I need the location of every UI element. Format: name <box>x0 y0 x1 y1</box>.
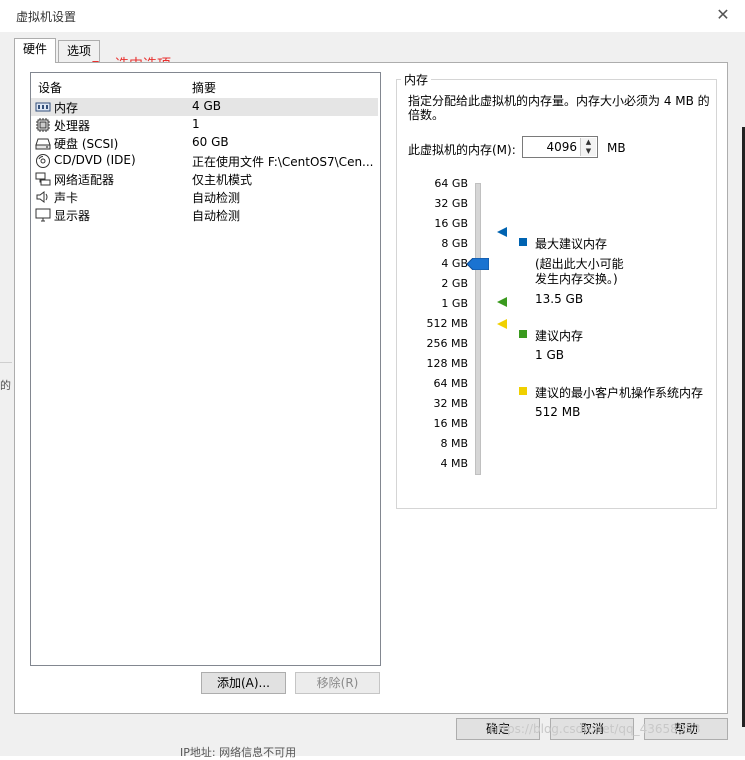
memory-spinbox[interactable]: 4096 ▲ ▼ <box>522 136 598 158</box>
column-summary[interactable]: 摘要 <box>192 79 216 96</box>
scale-tick-label: 64 GB <box>434 177 468 190</box>
scale-tick-label: 16 GB <box>434 217 468 230</box>
recommended-value: 1 GB <box>535 348 564 362</box>
dialog-body: 的 硬件 选项 选中选项 设备 摘要 内存 4 GB 处理器 1 <box>0 32 745 759</box>
device-row-network-adapter[interactable]: 网络适配器 仅主机模式 <box>31 170 378 188</box>
device-summary: 60 GB <box>192 135 229 149</box>
min-guest-value: 512 MB <box>535 405 581 419</box>
device-summary: 正在使用文件 F:\CentOS7\Cen... <box>192 155 374 169</box>
device-summary: 自动检测 <box>192 209 241 223</box>
memory-unit: MB <box>607 141 626 155</box>
background-text: 的 <box>0 379 11 392</box>
recommended-marker-icon <box>497 297 507 307</box>
device-name: 显示器 <box>54 209 91 223</box>
hard-disk-icon <box>35 138 51 150</box>
scale-tick-label: 128 MB <box>426 357 468 370</box>
max-recommended-value: 13.5 GB <box>535 292 584 306</box>
device-name: 处理器 <box>54 119 91 133</box>
device-name: 内存 <box>54 101 79 115</box>
hardware-tab-page: 设备 摘要 内存 4 GB 处理器 1 硬盘 (SCSI) 60 GB CD/D… <box>14 62 728 714</box>
memory-slider-thumb[interactable] <box>467 258 489 270</box>
scale-tick-label: 1 GB <box>441 297 468 310</box>
min-guest-swatch <box>519 387 527 395</box>
memory-description: 指定分配给此虚拟机的内存量。内存大小必须为 4 MB 的倍数。 <box>408 94 710 122</box>
recommended-swatch <box>519 330 527 338</box>
device-name: 声卡 <box>54 191 79 205</box>
device-name: CD/DVD (IDE) <box>54 153 136 167</box>
device-row-display[interactable]: 显示器 自动检测 <box>31 206 378 224</box>
memory-value[interactable]: 4096 <box>546 140 577 154</box>
close-button[interactable]: ✕ <box>712 4 734 26</box>
memory-group-title: 内存 <box>401 71 432 88</box>
cd-dvd-icon <box>36 154 50 168</box>
memory-scale: 64 GB 32 GB 16 GB 8 GB 4 GB 2 GB 1 GB 512 MB 256… <box>410 177 482 477</box>
remove-device-button[interactable]: 移除(R) <box>295 672 380 694</box>
device-list-header: 设备 摘要 <box>31 77 380 95</box>
scale-tick-label: 4 GB <box>441 257 468 270</box>
title-bar: 虚拟机设置 ✕ <box>0 0 745 32</box>
network-adapter-icon <box>35 172 51 186</box>
display-icon <box>35 208 51 222</box>
memory-slider-track[interactable] <box>475 183 481 475</box>
max-recommended-label: 最大建议内存 <box>535 237 608 251</box>
window-title: 虚拟机设置 <box>16 10 77 24</box>
recommended-label: 建议内存 <box>535 329 584 343</box>
processor-icon <box>36 118 50 132</box>
scale-tick-label: 256 MB <box>426 337 468 350</box>
max-recommended-marker-icon <box>497 227 507 237</box>
device-name: 硬盘 (SCSI) <box>54 137 119 151</box>
background-edge <box>730 32 745 756</box>
memory-field-label: 此虚拟机的内存(M): <box>408 143 516 157</box>
scale-tick-label: 16 MB <box>433 417 468 430</box>
device-row-processor[interactable]: 处理器 1 <box>31 116 378 134</box>
device-name: 网络适配器 <box>54 173 115 187</box>
scale-tick-label: 4 MB <box>440 457 468 470</box>
device-summary: 仅主机模式 <box>192 173 253 187</box>
device-list[interactable]: 设备 摘要 内存 4 GB 处理器 1 硬盘 (SCSI) 60 GB CD/D… <box>30 72 381 666</box>
scale-tick-label: 8 MB <box>440 437 468 450</box>
watermark: https://blog.csdn.net/qq_43658953 <box>490 722 701 736</box>
tab-hardware[interactable]: 硬件 <box>14 38 57 63</box>
background-ip-text: IP地址: 网络信息不可用 <box>180 746 297 759</box>
memory-icon <box>35 102 51 112</box>
min-guest-marker-icon <box>497 319 507 329</box>
spin-up-icon[interactable]: ▲ <box>580 138 596 147</box>
sound-card-icon <box>36 191 48 203</box>
device-summary: 1 <box>192 117 200 131</box>
column-device[interactable]: 设备 <box>38 79 62 96</box>
scale-tick-label: 64 MB <box>433 377 468 390</box>
device-row-sound-card[interactable]: 声卡 自动检测 <box>31 188 378 206</box>
device-summary: 自动检测 <box>192 191 241 205</box>
max-recommended-note: (超出此大小可能发生内存交换。) <box>535 257 624 286</box>
scale-tick-label: 8 GB <box>441 237 468 250</box>
device-row-cd-dvd[interactable]: CD/DVD (IDE) 正在使用文件 F:\CentOS7\Cen... <box>31 152 378 170</box>
min-guest-label: 建议的最小客户机操作系统内存 <box>535 386 704 400</box>
device-summary: 4 GB <box>192 99 221 113</box>
spin-down-icon[interactable]: ▼ <box>580 147 596 156</box>
background-divider <box>0 362 12 363</box>
device-row-hard-disk[interactable]: 硬盘 (SCSI) 60 GB <box>31 134 378 152</box>
scale-tick-label: 2 GB <box>441 277 468 290</box>
scale-tick-label: 32 MB <box>433 397 468 410</box>
scale-tick-label: 32 GB <box>434 197 468 210</box>
add-device-button[interactable]: 添加(A)... <box>201 672 286 694</box>
device-row-memory[interactable]: 内存 4 GB <box>31 98 378 116</box>
scale-tick-label: 512 MB <box>426 317 468 330</box>
max-recommended-swatch <box>519 238 527 246</box>
